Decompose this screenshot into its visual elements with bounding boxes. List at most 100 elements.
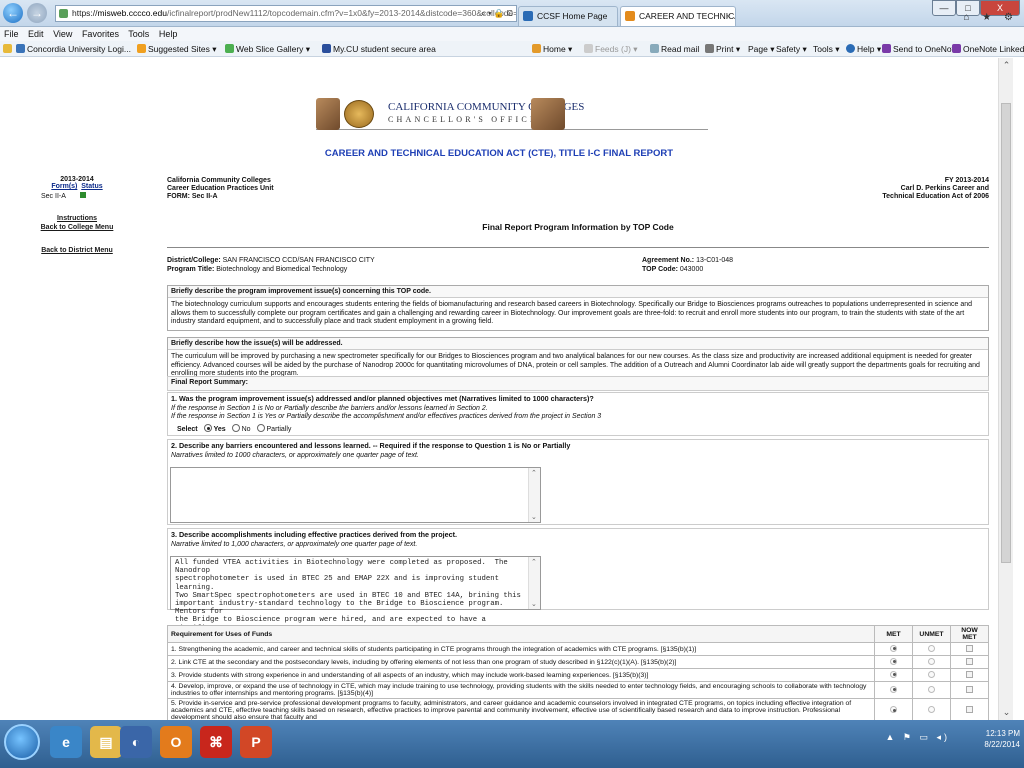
met-radio[interactable] — [890, 685, 897, 693]
cmd-home[interactable]: Home ▾ — [532, 41, 572, 57]
tab-label: CCSF Home Page — [537, 11, 608, 21]
fav-mycu[interactable]: My.CU student secure area — [322, 41, 436, 57]
menu-tools[interactable]: Tools — [128, 29, 149, 39]
now-met-checkbox[interactable] — [966, 685, 973, 693]
back-district-link[interactable]: Back to District Menu — [37, 246, 117, 255]
district-info: District/College: SAN FRANCISCO CCD/SAN … — [167, 256, 375, 274]
met-radio[interactable] — [890, 706, 897, 713]
q1-radio-no[interactable] — [231, 423, 240, 432]
ie-taskbar-icon[interactable]: e — [50, 726, 82, 758]
home-favorites-settings-icons[interactable]: ⌂ ★ ⚙ — [963, 12, 1018, 23]
cmd-tools[interactable]: Tools ▾ — [813, 41, 839, 57]
page-scrollbar[interactable]: ⌃ ⌄ — [998, 58, 1013, 720]
requirement-text: 2. Link CTE at the secondary and the pos… — [167, 655, 875, 669]
minimize-button[interactable]: — — [932, 0, 956, 16]
section-label[interactable]: Sec II-A — [41, 193, 66, 200]
q1-select-row: Select Yes No Partially — [177, 423, 985, 435]
banner-photo — [316, 98, 340, 130]
q1-radio-yes[interactable] — [203, 423, 212, 432]
forms-link[interactable]: Form(s) — [51, 183, 77, 190]
menu-bar: File Edit View Favorites Tools Help — [0, 27, 1024, 41]
scroll-down-icon: ⌄ — [531, 514, 537, 521]
page-content: CALIFORNIA COMMUNITY COLLEGES CHANCELLOR… — [0, 58, 998, 720]
cmd-read-mail[interactable]: Read mail — [650, 41, 699, 57]
now-met-checkbox[interactable] — [966, 706, 973, 713]
address-controls[interactable]: ⌕ ▾ 🔒 C — [481, 6, 513, 21]
top-code-label: TOP Code: — [642, 266, 678, 273]
start-button[interactable] — [4, 724, 40, 760]
fiscal-header: FY 2013-2014 Carl D. Perkins Career and … — [789, 177, 989, 201]
q2-note: Narratives limited to 1000 characters, o… — [171, 451, 419, 459]
cmd-safety[interactable]: Safety ▾ — [776, 41, 807, 57]
menu-favorites[interactable]: Favorites — [82, 29, 119, 39]
textarea-scrollbar[interactable]: ⌃ ⌄ — [528, 557, 540, 609]
scroll-up-icon: ⌃ — [531, 559, 537, 566]
fav-label: Concordia University Logi... — [27, 44, 131, 54]
banner-subtitle: CHANCELLOR'S OFFICE — [388, 115, 539, 124]
menu-file[interactable]: File — [4, 29, 19, 39]
scroll-down-icon[interactable]: ⌄ — [999, 707, 1014, 718]
cmd-print[interactable]: Print ▾ — [705, 41, 740, 57]
unmet-radio[interactable] — [928, 706, 935, 713]
acrobat-taskbar-icon[interactable]: ⌘ — [200, 726, 232, 758]
met-cell — [874, 655, 913, 669]
outlook-taskbar-icon[interactable]: O — [160, 726, 192, 758]
table-header-row: Requirement for Uses of Funds MET UNMET … — [167, 625, 989, 643]
accomplishments-textarea[interactable]: All funded VTEA activities in Biotechnol… — [170, 556, 541, 641]
instructions-link[interactable]: Instructions Back to College Menu — [37, 214, 117, 232]
url-host: misweb.cccco.edu — [97, 8, 167, 18]
met-cell — [874, 698, 913, 720]
q1-option-partially: Partially — [266, 425, 292, 433]
cmd-feeds[interactable]: Feeds (J) ▾ — [584, 41, 638, 57]
clock-date[interactable]: 8/22/2014 — [984, 739, 1020, 750]
program-value: Biotechnology and Biomedical Technology — [216, 266, 348, 273]
report-title: CAREER AND TECHNICAL EDUCATION ACT (CTE)… — [324, 148, 674, 159]
banner-photo — [531, 98, 565, 130]
issue-heading: Briefly describe the program improvement… — [168, 286, 988, 298]
powerpoint-taskbar-icon[interactable]: P — [240, 726, 272, 758]
url-path: /icfinalreport/prodNew1112/topcodemain.c… — [166, 8, 517, 18]
table-row: 4. Develop, improve, or expand the use o… — [167, 681, 989, 699]
media-taskbar-icon[interactable]: ◐ — [120, 726, 152, 758]
cmd-send-onenote[interactable]: Send to OneNote — [882, 41, 959, 57]
q1-radio-partially[interactable] — [256, 423, 265, 432]
clock-time[interactable]: 12:13 PM — [984, 728, 1020, 739]
unmet-radio[interactable] — [928, 644, 935, 652]
menu-help[interactable]: Help — [159, 29, 178, 39]
unmet-radio[interactable] — [928, 657, 935, 665]
unmet-radio[interactable] — [928, 670, 935, 678]
favorites-star-icon[interactable] — [3, 41, 14, 57]
now-met-checkbox[interactable] — [966, 644, 973, 652]
tray-icons[interactable]: ▲ ⚑ ▭ ◂) — [886, 732, 951, 743]
now-met-checkbox[interactable] — [966, 670, 973, 678]
textarea-scrollbar[interactable]: ⌃ ⌄ — [528, 468, 540, 522]
tab-career-technical[interactable]: CAREER AND TECHNICAL E... × — [620, 6, 736, 26]
tab-close-icon[interactable]: × — [726, 7, 731, 25]
cmd-onenote-linked[interactable]: OneNote Linked Notes — [952, 41, 1024, 57]
met-radio[interactable] — [890, 644, 897, 652]
now-met-checkbox[interactable] — [966, 657, 973, 665]
status-link[interactable]: Status — [81, 183, 102, 190]
menu-view[interactable]: View — [53, 29, 72, 39]
fav-webslice[interactable]: Web Slice Gallery ▾ — [225, 41, 310, 57]
met-radio[interactable] — [890, 670, 897, 678]
cmd-page[interactable]: Page ▾ — [748, 41, 774, 57]
met-radio[interactable] — [890, 657, 897, 665]
cmd-label: Help ▾ — [857, 44, 882, 54]
fav-concordia[interactable]: Concordia University Logi... — [16, 41, 131, 57]
tab-ccsf-home[interactable]: CCSF Home Page — [518, 6, 618, 26]
unmet-radio[interactable] — [928, 685, 935, 693]
now-met-header: NOW MET — [950, 625, 989, 643]
address-bar[interactable]: https://misweb.cccco.edu/icfinalreport/p… — [55, 5, 517, 22]
act-name-2: Technical Education Act of 2006 — [882, 193, 989, 200]
cmd-help[interactable]: Help ▾ — [846, 41, 881, 57]
scrollbar-thumb[interactable] — [1001, 103, 1011, 563]
back-button[interactable]: ← — [3, 3, 23, 23]
explorer-taskbar-icon[interactable]: ▤ — [90, 726, 122, 758]
menu-edit[interactable]: Edit — [28, 29, 44, 39]
scroll-up-icon[interactable]: ⌃ — [999, 60, 1014, 71]
fav-suggested[interactable]: Suggested Sites ▾ — [137, 41, 217, 57]
barriers-textarea[interactable]: ⌃ ⌄ — [170, 467, 541, 523]
forward-button[interactable]: → — [27, 3, 47, 23]
district-value: SAN FRANCISCO CCD/SAN FRANCISCO CITY — [222, 257, 375, 264]
